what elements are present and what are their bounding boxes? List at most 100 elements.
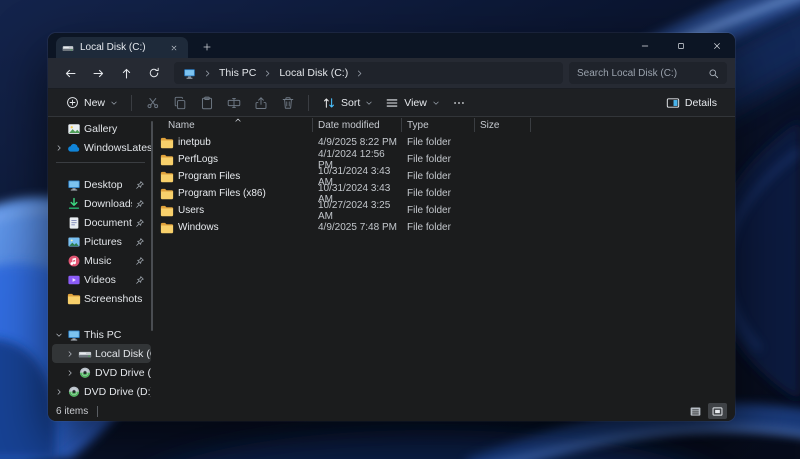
folder-icon — [160, 170, 174, 184]
rename-button[interactable] — [220, 91, 247, 115]
new-button[interactable]: New — [60, 91, 124, 115]
details-view-toggle[interactable] — [686, 403, 705, 419]
column-header-date-modified[interactable]: Date modified — [313, 117, 401, 134]
file-row-perflogs[interactable]: PerfLogs 4/1/2024 12:56 PM File folder — [155, 151, 735, 168]
toolbar-divider — [131, 95, 132, 111]
details-view-icon — [689, 405, 702, 418]
arrow-right-icon — [92, 67, 105, 80]
sidebar-item-pictures[interactable]: Pictures — [48, 232, 151, 251]
up-button[interactable] — [112, 60, 140, 86]
disc-icon — [67, 385, 81, 399]
sidebar-item-downloads[interactable]: Downloads — [48, 194, 151, 213]
close-button[interactable] — [699, 33, 735, 58]
refresh-icon — [148, 67, 160, 79]
pin-icon — [135, 237, 145, 247]
forward-button[interactable] — [84, 60, 112, 86]
chevron-down-icon[interactable] — [54, 331, 64, 339]
sidebar-item-documents[interactable]: Documents — [48, 213, 151, 232]
tab-close-icon[interactable] — [166, 40, 182, 56]
sidebar-item-local-disk-c[interactable]: Local Disk (C:) — [52, 344, 151, 363]
explorer-tab[interactable]: Local Disk (C:) — [56, 37, 188, 58]
chevron-down-icon — [365, 99, 373, 107]
scissors-icon — [146, 96, 160, 110]
view-button-label: View — [404, 97, 427, 109]
chevron-right-icon[interactable] — [54, 144, 64, 152]
tab-drive-icon — [62, 42, 74, 54]
details-button-label: Details — [685, 97, 717, 109]
file-row-users[interactable]: Users 10/27/2024 3:25 AM File folder — [155, 202, 735, 219]
breadcrumb-this-pc[interactable]: This PC — [219, 67, 256, 79]
sidebar-item-gallery[interactable]: Gallery — [48, 119, 151, 138]
share-icon — [254, 96, 268, 110]
sidebar-item-dvd-drive-2[interactable]: DVD Drive (D:) C — [48, 382, 151, 401]
back-button[interactable] — [56, 60, 84, 86]
sidebar-item-screenshots[interactable]: Screenshots — [48, 289, 151, 308]
sidebar-item-this-pc[interactable]: This PC — [48, 325, 151, 344]
breadcrumb[interactable]: This PC Local Disk (C:) — [174, 62, 563, 84]
sort-ascending-icon — [233, 115, 243, 125]
large-icons-view-icon — [711, 405, 724, 418]
refresh-button[interactable] — [140, 60, 168, 86]
sidebar-scrollbar[interactable] — [151, 121, 153, 331]
music-icon — [67, 254, 81, 268]
breadcrumb-local-disk[interactable]: Local Disk (C:) — [279, 67, 348, 79]
sidebar-item-videos[interactable]: Videos — [48, 270, 151, 289]
more-options-button[interactable] — [446, 91, 473, 115]
column-divider[interactable] — [530, 118, 531, 132]
sidebar-item-onedrive[interactable]: WindowsLatest — [48, 138, 151, 157]
disc-icon — [78, 366, 92, 380]
chevron-down-icon — [432, 99, 440, 107]
status-divider — [97, 406, 98, 417]
chevron-right-icon[interactable] — [65, 350, 75, 358]
sort-button[interactable]: Sort — [316, 91, 379, 115]
details-pane-button[interactable]: Details — [660, 91, 723, 115]
search-icon[interactable] — [708, 68, 719, 79]
search-input[interactable] — [577, 68, 702, 79]
maximize-button[interactable] — [663, 33, 699, 58]
this-pc-icon — [67, 328, 81, 342]
view-lines-icon — [385, 96, 399, 110]
view-button[interactable]: View — [379, 91, 446, 115]
minimize-button[interactable] — [627, 33, 663, 58]
chevron-right-icon[interactable] — [355, 69, 364, 78]
chevron-right-icon[interactable] — [203, 69, 212, 78]
sidebar-divider — [56, 162, 145, 163]
maximize-icon — [676, 41, 686, 51]
file-row-program-files-x86[interactable]: Program Files (x86) 10/31/2024 3:43 AM F… — [155, 185, 735, 202]
arrow-up-icon — [120, 67, 133, 80]
gallery-icon — [67, 122, 81, 136]
column-header-size[interactable]: Size — [475, 117, 530, 134]
sidebar-item-dvd-drive[interactable]: DVD Drive (D:) — [48, 363, 151, 382]
file-explorer-window: Local Disk (C:) This PC Local Disk (C:) — [48, 33, 735, 421]
chevron-right-icon[interactable] — [65, 369, 75, 377]
delete-button[interactable] — [274, 91, 301, 115]
sidebar-item-desktop[interactable]: Desktop — [48, 175, 151, 194]
large-icons-view-toggle[interactable] — [708, 403, 727, 419]
folder-icon — [160, 221, 174, 235]
column-header-name[interactable]: Name — [155, 117, 312, 134]
cut-button[interactable] — [139, 91, 166, 115]
file-row-windows[interactable]: Windows 4/9/2025 7:48 PM File folder — [155, 219, 735, 236]
column-header-type[interactable]: Type — [402, 117, 474, 134]
details-panel-icon — [666, 96, 680, 110]
chevron-right-icon[interactable] — [263, 69, 272, 78]
pin-icon — [135, 275, 145, 285]
navigation-pane: Gallery WindowsLatest Desktop Downloads — [48, 117, 155, 401]
file-row-program-files[interactable]: Program Files 10/31/2024 3:43 AM File fo… — [155, 168, 735, 185]
pin-icon — [135, 218, 145, 228]
minimize-icon — [640, 41, 650, 51]
pictures-icon — [67, 235, 81, 249]
sidebar-item-music[interactable]: Music — [48, 251, 151, 270]
tab-title: Local Disk (C:) — [80, 42, 160, 53]
paste-button[interactable] — [193, 91, 220, 115]
chevron-right-icon[interactable] — [54, 388, 64, 396]
copy-button[interactable] — [166, 91, 193, 115]
share-button[interactable] — [247, 91, 274, 115]
window-titlebar[interactable]: Local Disk (C:) — [48, 33, 735, 58]
copy-icon — [173, 96, 187, 110]
folder-icon — [160, 136, 174, 150]
file-row-inetpub[interactable]: inetpub 4/9/2025 8:22 PM File folder — [155, 134, 735, 151]
search-box[interactable] — [569, 62, 727, 84]
onedrive-cloud-icon — [67, 141, 81, 155]
new-tab-button[interactable] — [198, 39, 216, 55]
